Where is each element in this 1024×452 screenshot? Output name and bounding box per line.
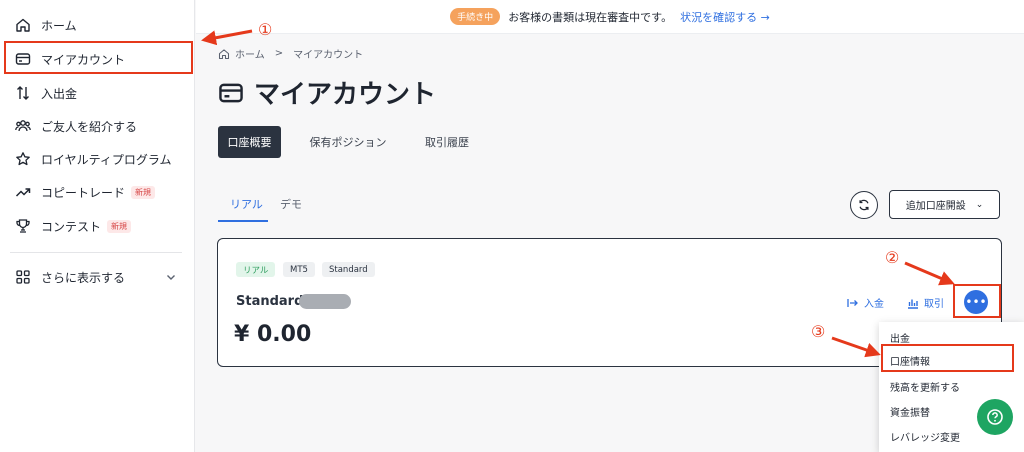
sidebar-item-home[interactable]: ホーム [0,10,195,40]
deposit-button[interactable]: 入金 [847,295,884,310]
bar-chart-icon [908,299,918,309]
transfer-arrows-icon [14,84,32,102]
star-icon [14,150,32,168]
deposit-label: 入金 [864,299,884,310]
home-icon [218,48,230,59]
breadcrumb-home[interactable]: ホーム [235,46,265,61]
help-icon [987,409,1003,425]
annotation-step-3: ③ [811,322,826,341]
login-arrow-icon [847,298,858,307]
sidebar-item-label: さらに表示する [41,270,126,285]
tab-open-positions[interactable]: 保有ポジション [300,126,396,158]
new-badge: 新規 [107,219,132,233]
sidebar-item-label: コピートレード [41,185,126,200]
trophy-icon [14,217,32,235]
tag-platform: MT5 [283,262,315,277]
subtab-underline [218,220,268,222]
annotation-step-1: ① [258,20,273,39]
banner-message: お客様の書類は現在審査中です。 [508,10,673,24]
sidebar-item-deposit-withdraw[interactable]: 入出金 [0,78,195,108]
sidebar-item-referral[interactable]: ご友人を紹介する [0,111,195,141]
tab-trade-history[interactable]: 取引履歴 [414,126,480,158]
account-balance: ¥ 0.00 [234,322,312,347]
sidebar-item-copytrade[interactable]: コピートレード 新規 [0,177,195,207]
refresh-button[interactable] [850,191,878,219]
chevron-down-icon [167,275,175,280]
sidebar-item-label: ご友人を紹介する [41,119,138,134]
breadcrumb-current: マイアカウント [293,50,364,61]
trade-button[interactable]: 取引 [907,295,944,310]
status-pill: 手続き中 [450,8,501,25]
open-account-label: 追加口座開設 [905,201,966,212]
account-name: Standard [236,294,304,309]
grid-icon [14,268,32,286]
chevron-down-icon: ⌄ [975,199,984,210]
highlight-my-account [4,41,193,74]
tag-real: リアル [236,262,276,277]
new-badge: 新規 [131,185,156,199]
help-button[interactable] [977,399,1013,435]
page-title-text: マイアカウント [254,80,437,110]
highlight-account-info [881,344,1014,372]
sidebar-item-contest[interactable]: コンテスト 新規 [0,211,195,241]
highlight-more-button [953,284,1001,318]
tag-account-type: Standard [322,262,375,277]
status-banner: 手続き中 お客様の書類は現在審査中です。 状況を確認する → [196,0,1024,34]
menu-item-refresh-balance[interactable]: 残高を更新する [879,373,1024,399]
sidebar-item-label: コンテスト [41,219,102,234]
sidebar-item-show-more[interactable]: さらに表示する [0,262,195,292]
sidebar-item-label: ロイヤルティプログラム [41,152,172,167]
breadcrumb: ホーム > マイアカウント [218,46,363,61]
breadcrumb-separator: > [274,48,284,59]
check-status-link[interactable]: 状況を確認する → [680,9,770,25]
people-icon [14,117,32,135]
page-title: マイアカウント [218,74,436,111]
open-additional-account-button[interactable]: 追加口座開設 ⌄ [889,190,1000,219]
sidebar-divider [10,252,182,253]
sidebar-item-label: 入出金 [41,86,78,101]
subtab-real[interactable]: リアル [230,196,263,212]
subtab-demo[interactable]: デモ [280,196,302,212]
refresh-icon [859,199,869,211]
trend-up-icon [14,183,32,201]
sidebar-item-label: ホーム [41,18,77,33]
card-icon [219,83,243,102]
annotation-step-2: ② [885,248,900,267]
tab-account-overview[interactable]: 口座概要 [218,126,281,158]
masked-account-number [299,294,351,309]
sidebar-item-loyalty[interactable]: ロイヤルティプログラム [0,144,195,174]
home-icon [14,16,32,34]
trade-label: 取引 [924,299,944,310]
